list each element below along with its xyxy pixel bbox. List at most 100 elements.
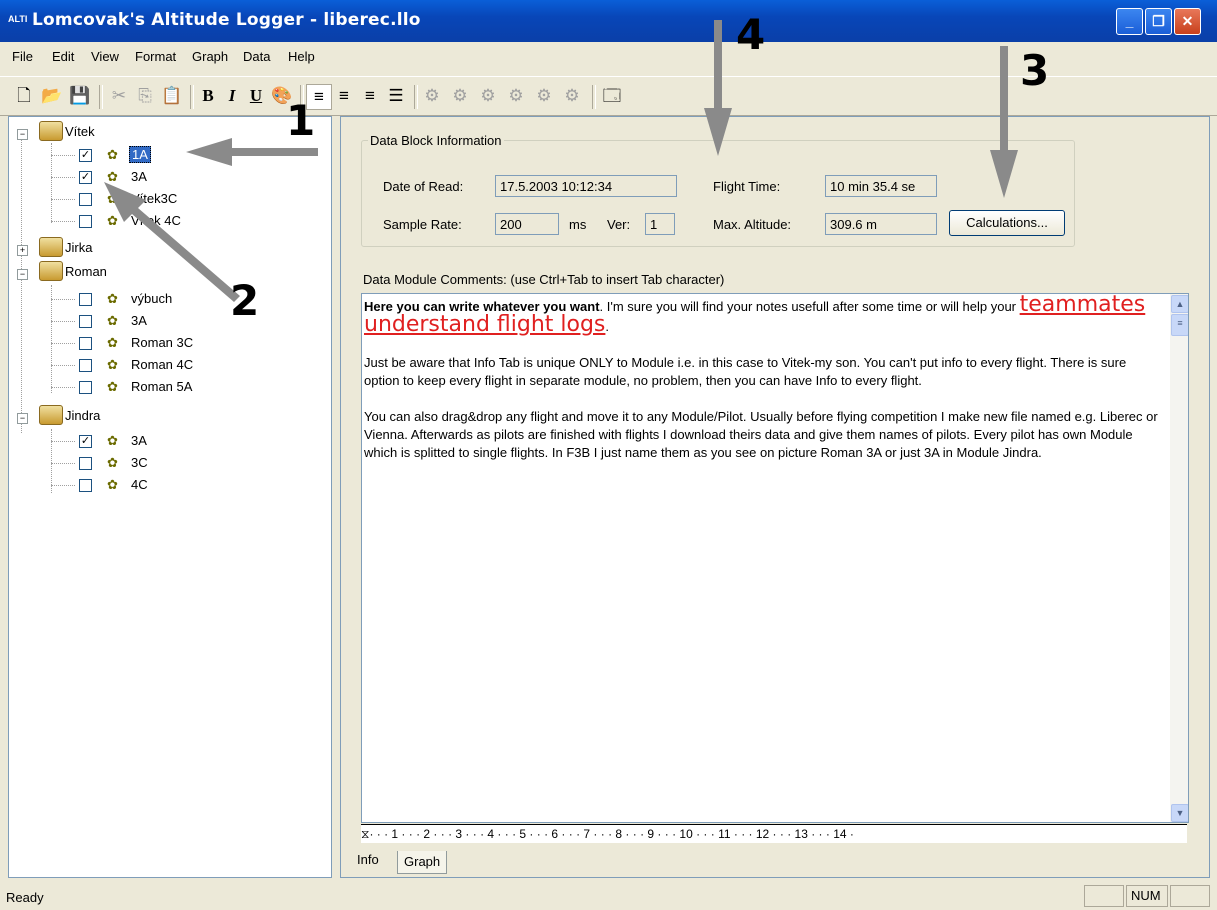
flight-checkbox[interactable]: ✓ [79,149,92,162]
comments-scrollbar[interactable]: ▲ ≡ ▼ [1170,294,1188,822]
comments-editor[interactable]: Here you can write whatever you want. I'… [361,293,1189,823]
annotation-label-2: 2 [230,276,260,325]
flight-checkbox[interactable] [79,381,92,394]
underline-icon[interactable]: U [244,84,268,108]
ruler-ticks: · · · 1 · · · 2 · · · 3 · · · 4 · · · 5 … [369,827,854,841]
flight-icon: ✿ [107,291,118,306]
toolbar-separator [414,85,418,109]
flight-checkbox[interactable] [79,215,92,228]
ruler[interactable]: ⧖· · · 1 · · · 2 · · · 3 · · · 4 · · · 5… [361,824,1187,843]
flight-time-field: 10 min 35.4 se [825,175,937,197]
align-center-icon[interactable]: ≡ [332,84,356,108]
flight-icon: ✿ [107,191,118,206]
comment-paragraph-3: You can also drag&drop any flight and mo… [364,409,1158,460]
status-pane-scroll [1170,885,1210,907]
open-folder-icon[interactable]: 📂 [40,84,64,108]
restore-button[interactable]: ❐ [1145,8,1172,35]
scroll-thumb[interactable]: ≡ [1171,314,1188,336]
flight-icon-2[interactable]: ⚙ [448,84,472,108]
collapse-toggle[interactable]: − [17,413,28,424]
italic-icon[interactable]: I [220,84,244,108]
tree-item-3a[interactable]: 3A [131,166,147,188]
toolbar-separator [99,85,103,109]
date-label: Date of Read: [383,179,464,194]
bullets-icon[interactable]: ☰ [384,84,408,108]
flight-icon-1[interactable]: ⚙ [420,84,444,108]
new-file-icon[interactable]: 🗋 [12,84,36,108]
menu-view[interactable]: View [91,49,119,64]
tree-item-roman3c[interactable]: Roman 3C [131,332,193,354]
flight-checkbox[interactable] [79,293,92,306]
tree-item-roman5a[interactable]: Roman 5A [131,376,192,398]
window-title: Lomcovak's Altitude Logger - liberec.llo [32,10,421,30]
pilot-group-icon [39,237,63,257]
flight-icon: ✿ [107,433,118,448]
module-tree[interactable]: − Vítek ✓ ✿ 1A ✓ ✿ 3A ✿ Vítek3C ✿ Vítek … [8,116,332,878]
flight-checkbox[interactable]: ✓ [79,435,92,448]
flight-icon-4[interactable]: ⚙ [504,84,528,108]
calculations-button[interactable]: Calculations... [949,210,1065,236]
close-button[interactable]: ✕ [1174,8,1201,35]
tree-item-label: 1A [129,146,151,163]
tree-group-roman[interactable]: Roman [65,261,107,283]
save-icon[interactable]: 💾 [68,84,92,108]
tree-item-vybuch[interactable]: výbuch [131,288,172,310]
tree-item-vitek3c[interactable]: Vítek3C [131,188,177,210]
align-right-icon[interactable]: ≡ [358,84,382,108]
menu-format[interactable]: Format [135,49,176,64]
paste-icon[interactable]: 📋 [160,84,184,108]
minimize-button[interactable]: _ [1116,8,1143,35]
menu-data[interactable]: Data [243,49,270,64]
tree-item-4c[interactable]: 4C [131,474,148,496]
collapse-toggle[interactable]: − [17,129,28,140]
tree-item-1a[interactable]: 1A [129,144,151,166]
tree-group-jindra[interactable]: Jindra [65,405,100,427]
max-altitude-field: 309.6 m [825,213,937,235]
tab-info[interactable]: Info [351,849,385,875]
tree-item-vitek4c[interactable]: Vítek 4C [131,210,181,232]
toolbar-separator [592,85,596,109]
flight-icon-5[interactable]: ⚙ [532,84,556,108]
flight-time-label: Flight Time: [713,179,781,194]
rate-field: 200 [495,213,559,235]
tree-item-3a[interactable]: 3A [131,430,147,452]
scroll-down-icon[interactable]: ▼ [1171,804,1188,822]
copy-icon[interactable]: ⎘ [133,84,157,108]
menu-graph[interactable]: Graph [192,49,228,64]
annotation-label-1: 1 [286,96,316,145]
toolbar-separator [190,85,194,109]
cut-icon[interactable]: ✂ [107,84,131,108]
flight-checkbox[interactable] [79,337,92,350]
collapse-toggle[interactable]: − [17,269,28,280]
bold-icon[interactable]: B [196,84,220,108]
flight-checkbox[interactable] [79,457,92,470]
flight-icon-3[interactable]: ⚙ [476,84,500,108]
tree-item-roman4c[interactable]: Roman 4C [131,354,193,376]
menu-edit[interactable]: Edit [52,49,74,64]
ver-field: 1 [645,213,675,235]
flight-checkbox[interactable]: ✓ [79,171,92,184]
flight-checkbox[interactable] [79,359,92,372]
tab-graph[interactable]: Graph [397,851,448,874]
menu-file[interactable]: File [12,49,33,64]
flight-checkbox[interactable] [79,479,92,492]
tree-item-3a[interactable]: 3A [131,310,147,332]
expand-toggle[interactable]: + [17,245,28,256]
rate-unit: ms [569,217,587,232]
status-pane-caps [1084,885,1124,907]
tree-item-3c[interactable]: 3C [131,452,148,474]
ver-label: Ver: [607,217,631,232]
scroll-up-icon[interactable]: ▲ [1171,295,1188,313]
pilot-group-icon [39,121,63,141]
flight-checkbox[interactable] [79,315,92,328]
status-text: Ready [6,890,44,905]
info-panel: Data Block Information Date of Read: 17.… [340,116,1210,878]
tree-group-vitek[interactable]: Vítek [65,121,95,143]
flight-icon-6[interactable]: ⚙ [560,84,584,108]
tree-group-jirka[interactable]: Jirka [65,237,92,259]
comment-highlight-end: . [605,319,610,334]
pilot-group-icon [39,405,63,425]
flight-checkbox[interactable] [79,193,92,206]
menu-help[interactable]: Help [288,49,315,64]
properties-icon[interactable]: 🗔 [600,84,624,108]
